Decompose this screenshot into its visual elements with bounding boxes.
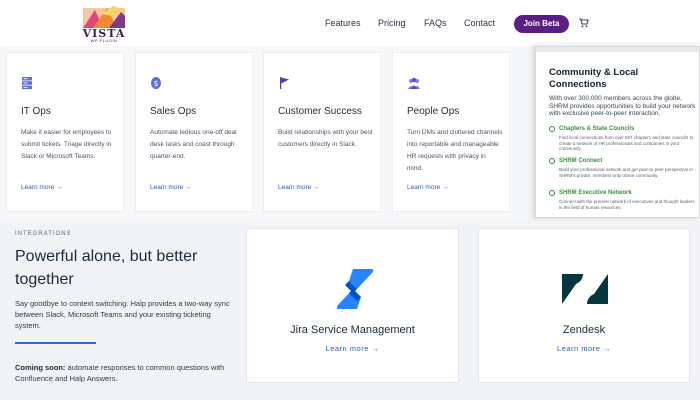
check-circle-icon <box>549 190 555 196</box>
integration-card-jira[interactable]: Jira Service Management Learn more → <box>246 228 459 383</box>
jira-icon <box>336 269 374 309</box>
coming-soon-text: Coming soon: automate responses to commo… <box>15 362 230 384</box>
coming-soon-label: Coming soon: <box>15 363 66 372</box>
popup-top-strip <box>536 47 699 52</box>
nav-faqs[interactable]: FAQs <box>424 18 447 28</box>
community-popup[interactable]: Community & Local Connections With over … <box>535 46 700 218</box>
zendesk-icon <box>562 274 608 304</box>
popup-item-label[interactable]: SHRM Connect <box>559 158 602 164</box>
integration-learn-more-link[interactable]: Learn more → <box>247 344 458 353</box>
integration-title: Jira Service Management <box>290 324 415 336</box>
card-it-ops[interactable]: IT Ops Make it easier for employees to s… <box>6 52 124 212</box>
popup-item-label[interactable]: Chapters & State Councils <box>559 126 634 132</box>
popup-item-description: Build your professional network and get … <box>559 167 693 178</box>
integration-title: Zendesk <box>562 324 606 336</box>
check-circle-icon <box>549 126 555 132</box>
card-learn-more-link[interactable]: Learn more → <box>150 184 192 191</box>
people-icon <box>408 77 420 89</box>
card-learn-more-link[interactable]: Learn more → <box>407 184 449 191</box>
vista-logo[interactable]: VISTA WP PLUGIN <box>80 5 128 43</box>
card-title: Sales Ops <box>150 106 197 117</box>
card-description: Turn DMs and cluttered channels into rep… <box>407 129 503 172</box>
popup-item-description: Find local connections from over 567 cha… <box>559 135 694 151</box>
svg-text:$: $ <box>153 79 158 88</box>
integrations-description: Say goodbye to context switching. Halp p… <box>15 299 230 330</box>
join-beta-button[interactable]: Join Beta <box>514 15 569 33</box>
server-icon <box>22 77 32 90</box>
accent-divider <box>15 342 96 344</box>
popup-item-label[interactable]: SHRM Executive Network <box>559 190 632 196</box>
page: VISTA WP PLUGIN Features Pricing FAQs Co… <box>0 0 700 400</box>
card-customer-success[interactable]: Customer Success Build relationships wit… <box>263 52 381 212</box>
card-learn-more-link[interactable]: Learn more → <box>21 184 63 191</box>
popup-title: Community & Local Connections <box>549 67 639 90</box>
logo-tagline: WP PLUGIN <box>90 38 118 43</box>
cart-icon[interactable] <box>579 18 589 28</box>
popup-text: With over 300,000 members across the glo… <box>549 95 696 117</box>
card-description: Build relationships with your best custo… <box>278 129 373 148</box>
card-people-ops[interactable]: People Ops Turn DMs and cluttered channe… <box>392 52 510 212</box>
site-header: VISTA WP PLUGIN Features Pricing FAQs Co… <box>0 0 700 46</box>
nav-contact[interactable]: Contact <box>464 18 495 28</box>
flag-icon <box>280 77 289 89</box>
popup-item-description: Connect with the premier network of exec… <box>559 199 695 210</box>
card-description: Automate tedious one-off deal desk tasks… <box>150 129 237 160</box>
dollar-icon: $ <box>151 77 161 89</box>
check-circle-icon <box>549 158 555 164</box>
card-sales-ops[interactable]: $ Sales Ops Automate tedious one-off dea… <box>135 52 253 212</box>
card-learn-more-link[interactable]: Learn more → <box>278 184 320 191</box>
card-description: Make it easier for employees to submit t… <box>21 129 112 160</box>
nav-pricing[interactable]: Pricing <box>378 18 406 28</box>
integrations-heading: Powerful alone, but better together <box>15 248 198 288</box>
nav-features[interactable]: Features <box>325 18 361 28</box>
card-title: People Ops <box>407 106 460 117</box>
integration-learn-more-link[interactable]: Learn more → <box>479 344 689 353</box>
card-title: IT Ops <box>21 106 51 117</box>
integration-card-zendesk[interactable]: Zendesk Learn more → <box>478 228 690 383</box>
card-title: Customer Success <box>278 106 362 117</box>
vista-logo-mark <box>83 6 125 28</box>
integrations-eyebrow: INTEGRATIONS <box>15 231 72 237</box>
